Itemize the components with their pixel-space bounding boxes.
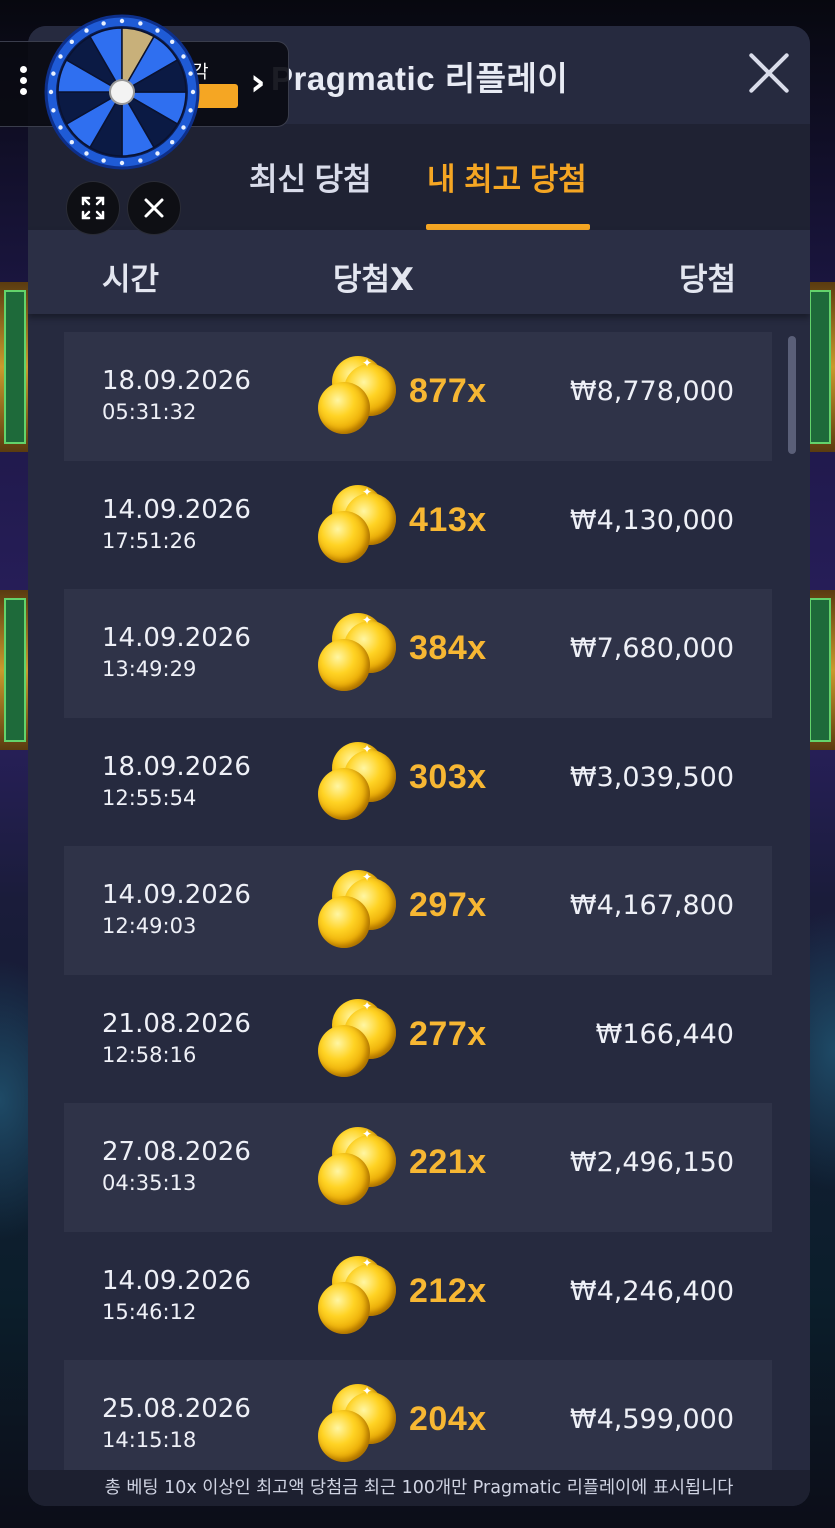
wins-list: 18.09.2026 05:31:32 ✦ 877x ₩8,778,000 14.09.2… bbox=[64, 332, 772, 1489]
win-date: 14.09.2026 bbox=[102, 623, 251, 653]
table-row[interactable]: 18.09.2026 12:55:54 ✦ 303x ₩3,039,500 bbox=[64, 718, 772, 847]
slot-decoration bbox=[0, 282, 30, 452]
coins-icon: ✦ bbox=[318, 1384, 400, 1466]
tab-latest-wins[interactable]: 최신 당첨 bbox=[249, 154, 372, 199]
win-time: 12:58:16 bbox=[102, 1042, 197, 1067]
win-amount: ₩3,039,500 bbox=[569, 761, 734, 793]
column-win: 당첨 bbox=[678, 262, 736, 298]
win-date: 21.08.2026 bbox=[102, 1008, 251, 1039]
column-time: 시간 bbox=[102, 262, 160, 298]
win-amount: ₩7,680,000 bbox=[569, 633, 734, 664]
coins-icon: ✦ bbox=[318, 484, 400, 567]
win-multiplier: 297x bbox=[409, 886, 487, 924]
tab-my-top-wins[interactable]: 내 최고 당첨 bbox=[427, 154, 587, 199]
win-amount: ₩4,246,400 bbox=[569, 1275, 734, 1307]
table-row[interactable]: 27.08.2026 04:35:13 ✦ 221x ₩2,496,150 bbox=[64, 1103, 772, 1232]
coins-icon: ✦ bbox=[318, 1255, 400, 1338]
win-multiplier: 877x bbox=[409, 372, 487, 410]
win-amount: ₩4,599,000 bbox=[569, 1404, 734, 1435]
win-multiplier: 384x bbox=[409, 629, 487, 667]
win-multiplier: 277x bbox=[409, 1014, 487, 1053]
win-date: 18.09.2026 bbox=[102, 366, 251, 396]
table-row[interactable]: 21.08.2026 12:58:16 ✦ 277x ₩166,440 bbox=[64, 975, 772, 1104]
win-amount: ₩2,496,150 bbox=[569, 1147, 734, 1178]
table-row[interactable]: 14.09.2026 12:49:03 ✦ 297x ₩4,167,800 bbox=[64, 846, 772, 975]
kebab-menu-icon[interactable] bbox=[20, 66, 28, 99]
close-overlay-icon[interactable] bbox=[127, 181, 181, 235]
win-multiplier: 413x bbox=[409, 500, 487, 539]
column-multiplier: 당첨X bbox=[333, 262, 414, 298]
win-multiplier: 204x bbox=[409, 1400, 487, 1438]
close-icon[interactable] bbox=[746, 50, 792, 96]
win-time: 15:46:12 bbox=[102, 1299, 197, 1324]
coins-icon: ✦ bbox=[318, 870, 400, 952]
column-header: 시간 당첨X 당첨 bbox=[28, 230, 810, 314]
win-amount: ₩4,130,000 bbox=[569, 504, 734, 536]
win-time: 17:51:26 bbox=[102, 528, 197, 553]
win-multiplier: 212x bbox=[409, 1271, 487, 1310]
slot-decoration bbox=[0, 590, 30, 750]
win-date: 18.09.2026 bbox=[102, 751, 251, 782]
win-date: 14.09.2026 bbox=[102, 880, 251, 910]
coins-icon: ✦ bbox=[318, 613, 400, 695]
win-date: 14.09.2026 bbox=[102, 1265, 251, 1296]
win-amount: ₩4,167,800 bbox=[569, 890, 734, 921]
win-multiplier: 221x bbox=[409, 1143, 487, 1181]
table-row[interactable]: 18.09.2026 05:31:32 ✦ 877x ₩8,778,000 bbox=[64, 332, 772, 461]
coins-icon: ✦ bbox=[318, 998, 400, 1081]
win-date: 27.08.2026 bbox=[102, 1137, 251, 1167]
footer-note: 총 베팅 10x 이상인 최고액 당첨금 최근 100개만 Pragmatic … bbox=[28, 1470, 810, 1506]
scrollbar[interactable] bbox=[788, 336, 796, 454]
win-date: 14.09.2026 bbox=[102, 494, 251, 525]
prize-wheel-icon[interactable] bbox=[44, 14, 200, 170]
table-row[interactable]: 14.09.2026 15:46:12 ✦ 212x ₩4,246,400 bbox=[64, 1232, 772, 1361]
panel-title: Pragmatic 리플레이 bbox=[271, 60, 569, 97]
chevron-right-icon[interactable]: › bbox=[250, 62, 266, 102]
win-time: 05:31:32 bbox=[102, 400, 197, 424]
win-time: 12:49:03 bbox=[102, 914, 197, 938]
win-time: 13:49:29 bbox=[102, 657, 197, 681]
coins-icon: ✦ bbox=[318, 741, 400, 824]
table-row[interactable]: 14.09.2026 17:51:26 ✦ 413x ₩4,130,000 bbox=[64, 461, 772, 590]
coins-icon: ✦ bbox=[318, 356, 400, 438]
table-row[interactable]: 14.09.2026 13:49:29 ✦ 384x ₩7,680,000 bbox=[64, 589, 772, 718]
replay-panel: Pragmatic 리플레이 최신 당첨 내 최고 당첨 시간 당첨X 당첨 1… bbox=[28, 26, 810, 1506]
win-amount: ₩166,440 bbox=[595, 1018, 734, 1050]
win-date: 25.08.2026 bbox=[102, 1394, 251, 1424]
win-time: 04:35:13 bbox=[102, 1171, 197, 1195]
expand-icon[interactable] bbox=[66, 181, 120, 235]
win-time: 12:55:54 bbox=[102, 785, 197, 810]
win-time: 14:15:18 bbox=[102, 1428, 197, 1452]
win-multiplier: 303x bbox=[409, 757, 487, 796]
win-amount: ₩8,778,000 bbox=[569, 376, 734, 407]
coins-icon: ✦ bbox=[318, 1127, 400, 1209]
